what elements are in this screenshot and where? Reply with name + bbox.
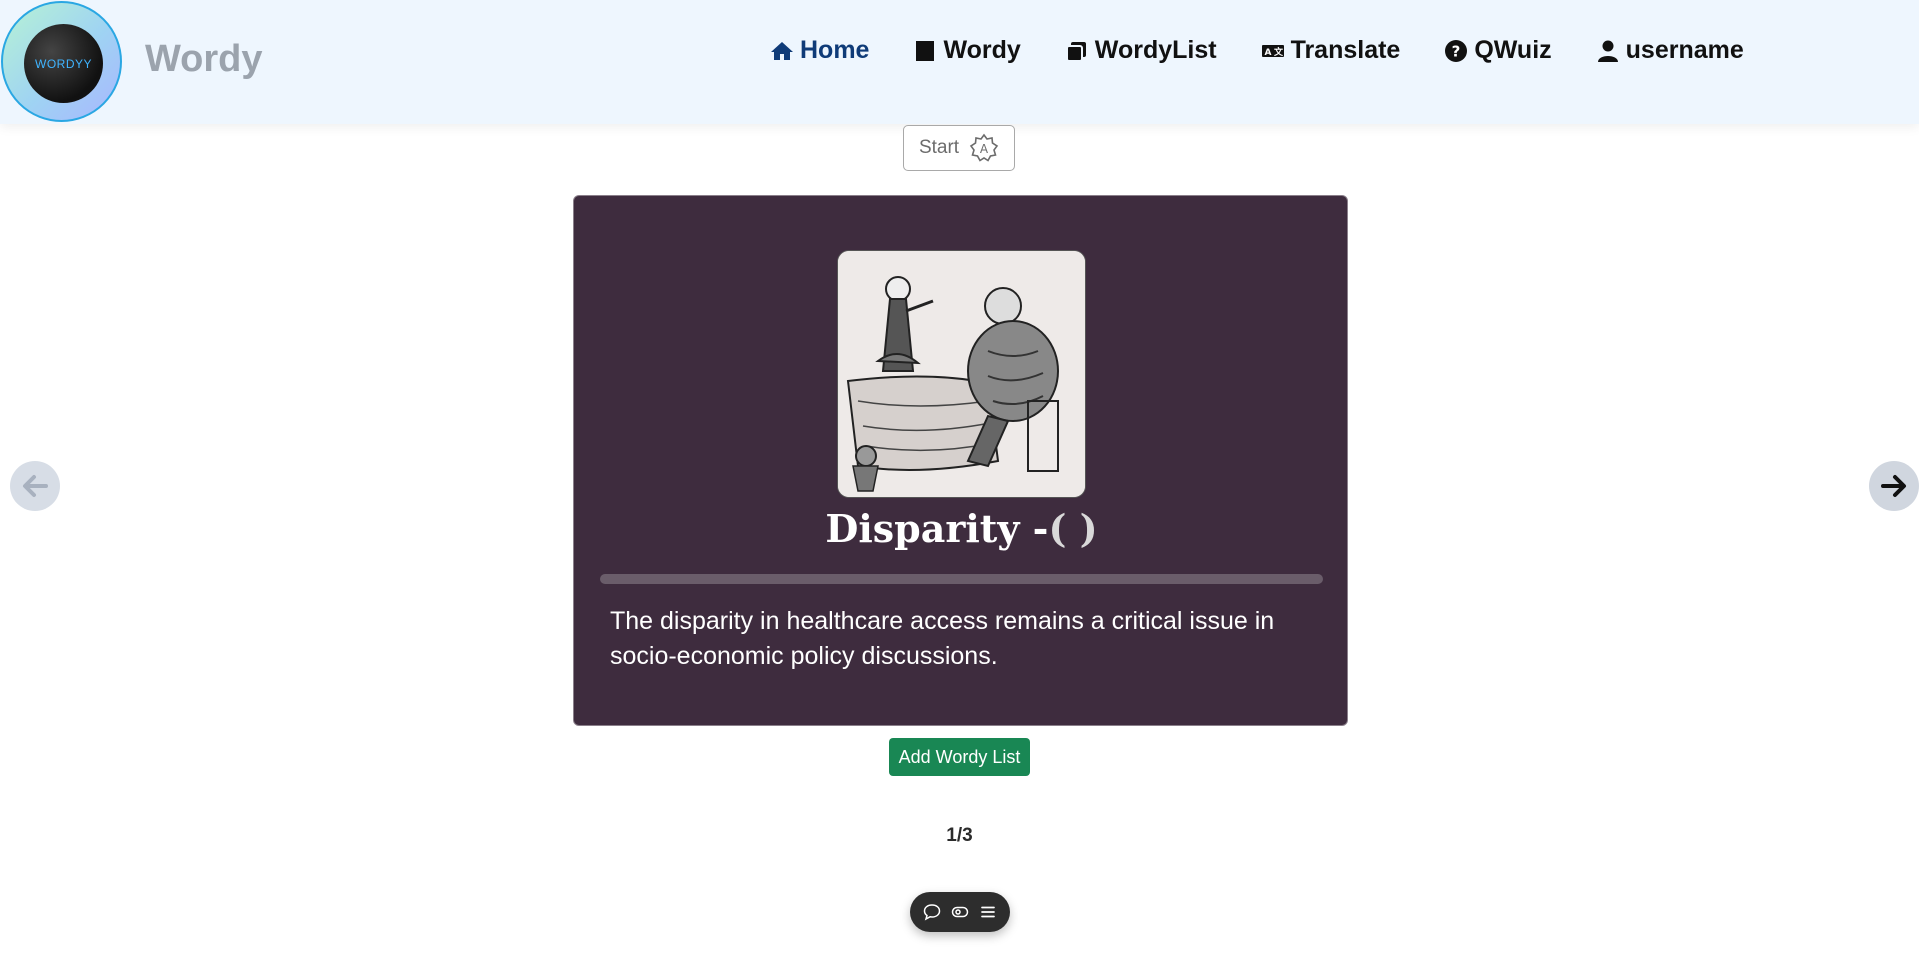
- square-icon: [916, 40, 935, 61]
- translate-icon: A文: [1261, 44, 1284, 58]
- arrow-left-icon: [23, 475, 48, 497]
- example-sentence: The disparity in healthcare access remai…: [610, 607, 1275, 670]
- nav-qwuiz-label: QWuiz: [1474, 36, 1552, 64]
- menu-icon[interactable]: [979, 903, 997, 921]
- nav-home[interactable]: Home: [770, 36, 869, 65]
- comment-icon[interactable]: [923, 903, 941, 921]
- nav-translate[interactable]: A文 Translate: [1261, 36, 1401, 65]
- nav-user[interactable]: username: [1596, 36, 1744, 65]
- svg-text:?: ?: [1452, 42, 1461, 60]
- user-icon: [1597, 40, 1618, 62]
- header: WORDYY Wordy Home Wordy WordyList A文 Tra…: [0, 0, 1919, 124]
- add-wordy-list-button[interactable]: Add Wordy List: [889, 738, 1030, 776]
- home-icon: [771, 41, 793, 60]
- card-divider: [600, 574, 1323, 584]
- prev-arrow-button[interactable]: [10, 461, 60, 511]
- svg-text:A: A: [980, 142, 989, 156]
- logo[interactable]: WORDYY: [1, 1, 122, 122]
- word-card: Disparity -( ) The disparity in healthca…: [573, 195, 1348, 726]
- word-text: Disparity -: [825, 506, 1049, 551]
- logo-badge: WORDYY: [24, 24, 103, 103]
- brand-name[interactable]: Wordy: [145, 38, 263, 81]
- svg-text:文: 文: [1273, 46, 1284, 58]
- question-circle-icon: ?: [1445, 39, 1468, 62]
- word-paren: ( ): [1048, 506, 1098, 551]
- nav-home-label: Home: [800, 36, 870, 64]
- floating-toolbar: [910, 892, 1010, 932]
- logo-text: WORDYY: [35, 56, 92, 71]
- nav-qwuiz[interactable]: ? QWuiz: [1444, 36, 1552, 65]
- nav-wordy-label: Wordy: [943, 36, 1021, 64]
- next-arrow-button[interactable]: [1869, 461, 1919, 511]
- nav-wordy[interactable]: Wordy: [913, 36, 1021, 65]
- arrow-right-icon: [1881, 475, 1906, 497]
- eye-icon[interactable]: [951, 903, 969, 921]
- illustration-engraving: [838, 251, 1085, 497]
- nav-wordylist[interactable]: WordyList: [1065, 36, 1217, 65]
- word-illustration: [837, 250, 1086, 498]
- start-button[interactable]: Start A: [903, 125, 1015, 171]
- main-nav: Home Wordy WordyList A文 Translate ? QWui…: [770, 36, 1788, 65]
- nav-user-label: username: [1625, 36, 1744, 64]
- nav-translate-label: Translate: [1290, 36, 1401, 64]
- auto-badge-icon: A: [969, 133, 999, 162]
- svg-text:A: A: [1264, 48, 1271, 58]
- start-label: Start: [918, 137, 960, 158]
- list-stack-icon: [1065, 41, 1086, 62]
- page-indicator: 1/3: [946, 825, 973, 846]
- word-title: Disparity -( ): [574, 506, 1349, 551]
- nav-wordylist-label: WordyList: [1094, 36, 1217, 64]
